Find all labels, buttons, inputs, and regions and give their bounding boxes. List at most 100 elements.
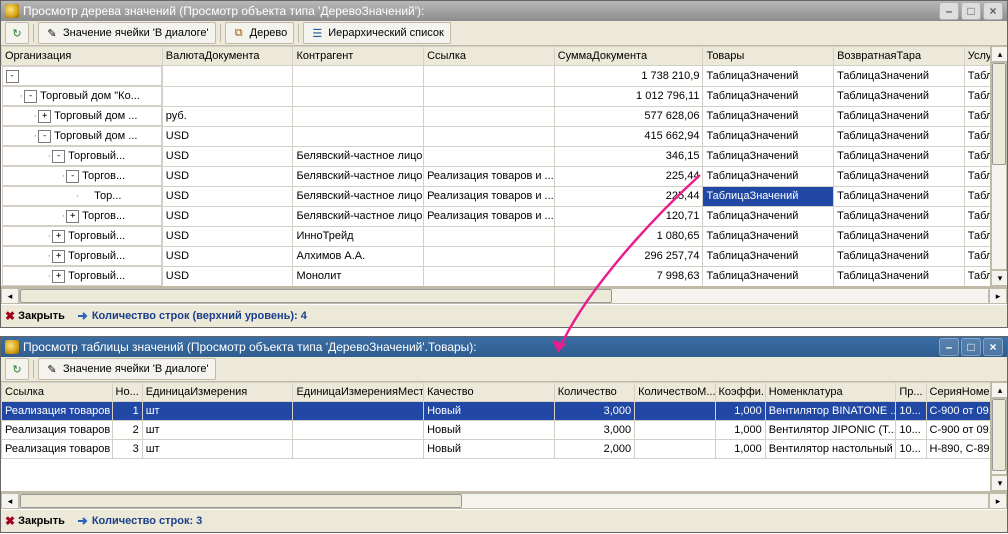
column-header[interactable]: Номенклатура <box>765 383 896 402</box>
column-header[interactable]: Организация <box>2 47 163 66</box>
row-count-info[interactable]: Количество строк: 3 <box>77 515 202 527</box>
table-row[interactable]: Реализация товаров и ...1штНовый3,0001,0… <box>2 402 1007 421</box>
table-row[interactable]: ·+Торговый дом ...руб.577 628,06ТаблицаЗ… <box>2 106 1007 126</box>
expand-toggle[interactable]: - <box>52 150 65 163</box>
goods-cell[interactable]: ТаблицаЗначений <box>703 206 834 226</box>
table-row[interactable]: ·-Торговый дом ...USD415 662,94ТаблицаЗн… <box>2 126 1007 146</box>
tree-grid[interactable]: ОрганизацияВалютаДокументаКонтрагентСсыл… <box>1 46 1007 287</box>
goods-cell[interactable]: ТаблицаЗначений <box>703 166 834 186</box>
minimize-button[interactable]: – <box>939 2 959 20</box>
goods-cell[interactable]: ТаблицаЗначений <box>703 186 834 206</box>
table-row[interactable]: -1 738 210,9ТаблицаЗначенийТаблицаЗначен… <box>2 66 1007 87</box>
tree-mode-button[interactable]: ⧉Дерево <box>225 22 295 44</box>
vscrollbar[interactable]: ▴▾ <box>990 382 1007 491</box>
currency-cell <box>162 66 293 87</box>
tree-table[interactable]: ОрганизацияВалютаДокументаКонтрагентСсыл… <box>1 46 1007 287</box>
column-header[interactable]: Ссылка <box>424 47 555 66</box>
column-header[interactable]: Ссылка <box>2 383 113 402</box>
table-row[interactable]: ·+Торгов...USDБелявский-частное лицоРеал… <box>2 206 1007 226</box>
table-row[interactable]: ·+Торговый...USDАлхимов А.А.296 257,74Та… <box>2 246 1007 266</box>
table-row[interactable]: ·Тор...USDБелявский-частное лицоРеализац… <box>2 186 1007 206</box>
column-header[interactable]: Качество <box>424 383 555 402</box>
table-row[interactable]: ·+Торговый...USDИнноТрейд1 080,65Таблица… <box>2 226 1007 246</box>
column-header[interactable]: ЕдиницаИзмеренияМест <box>293 383 424 402</box>
close-link[interactable]: ✖Закрыть <box>5 309 65 323</box>
table-row[interactable]: Реализация товаров и ...3штНовый2,0001,0… <box>2 440 1007 459</box>
sum-cell: 7 998,63 <box>554 266 703 286</box>
refresh-button[interactable]: ↻ <box>5 22 29 44</box>
table-row[interactable]: Реализация товаров и ...2штНовый3,0001,0… <box>2 421 1007 440</box>
currency-cell: USD <box>162 226 293 246</box>
goods-cell[interactable]: ТаблицаЗначений <box>703 66 834 87</box>
unit-cell: шт <box>142 421 293 440</box>
column-header[interactable]: Товары <box>703 47 834 66</box>
hscrollbar[interactable]: ◂▸ <box>1 492 1007 509</box>
expand-toggle[interactable]: - <box>38 130 51 143</box>
expand-toggle[interactable]: + <box>52 270 65 283</box>
table-grid[interactable]: СсылкаНо...ЕдиницаИзмеренияЕдиницаИзмере… <box>1 382 1007 492</box>
quality-cell: Новый <box>424 402 555 421</box>
goods-cell[interactable]: ТаблицаЗначений <box>703 126 834 146</box>
refresh-button[interactable]: ↻ <box>5 358 29 380</box>
column-header[interactable]: Пр... <box>896 383 926 402</box>
column-header[interactable]: КоличествоМ... <box>635 383 715 402</box>
goods-cell[interactable]: ТаблицаЗначений <box>703 86 834 106</box>
column-header[interactable]: ВозвратнаяТара <box>834 47 965 66</box>
expand-toggle[interactable]: - <box>24 90 37 103</box>
goods-cell[interactable]: ТаблицаЗначений <box>703 246 834 266</box>
minimize-button[interactable]: – <box>939 338 959 356</box>
expand-toggle[interactable]: - <box>6 70 19 83</box>
expand-toggle[interactable]: + <box>52 230 65 243</box>
column-header[interactable]: Контрагент <box>293 47 424 66</box>
expand-toggle[interactable]: + <box>66 210 79 223</box>
org-cell: Торговый... <box>68 270 125 282</box>
coef-cell: 1,000 <box>715 421 765 440</box>
value-table[interactable]: СсылкаНо...ЕдиницаИзмеренияЕдиницаИзмере… <box>1 382 1007 459</box>
expand-toggle[interactable]: + <box>38 110 51 123</box>
hscrollbar[interactable]: ◂▸ <box>1 287 1007 304</box>
column-header[interactable]: ВалютаДокумента <box>162 47 293 66</box>
expand-toggle[interactable]: + <box>52 250 65 263</box>
goods-cell[interactable]: ТаблицаЗначений <box>703 106 834 126</box>
contractor-cell: Белявский-частное лицо <box>293 146 424 166</box>
vscrollbar[interactable]: ▴▾ <box>990 46 1007 286</box>
contractor-cell: Алхимов А.А. <box>293 246 424 266</box>
currency-cell: USD <box>162 126 293 146</box>
table-row[interactable]: ·+Торговый...USDМонолит7 998,63ТаблицаЗн… <box>2 266 1007 286</box>
close-button[interactable]: × <box>983 2 1003 20</box>
return-cell: ТаблицаЗначений <box>834 206 965 226</box>
maximize-button[interactable]: □ <box>961 338 981 356</box>
column-header[interactable]: ЕдиницаИзмерения <box>142 383 293 402</box>
titlebar-1[interactable]: Просмотр дерева значений (Просмотр объек… <box>1 1 1007 21</box>
column-header[interactable]: Но... <box>112 383 142 402</box>
link-cell <box>424 286 555 287</box>
sum-cell: 415 662,94 <box>554 126 703 146</box>
table-row[interactable]: ·-Торговый дом "Ко...1 012 796,11Таблица… <box>2 86 1007 106</box>
link-cell <box>424 66 555 87</box>
cell-value-dialog-button[interactable]: ✎Значение ячейки 'В диалоге' <box>38 22 216 44</box>
column-header[interactable]: СуммаДокумента <box>554 47 703 66</box>
close-link[interactable]: ✖Закрыть <box>5 514 65 528</box>
pr-cell: 10... <box>896 402 926 421</box>
contractor-cell <box>293 126 424 146</box>
expand-toggle[interactable]: - <box>66 170 79 183</box>
column-header[interactable]: Количество <box>554 383 634 402</box>
hier-list-button[interactable]: ☰Иерархический список <box>303 22 451 44</box>
table-row[interactable]: ·+Торговый...USDДальстрой50 966,47Таблиц… <box>2 286 1007 287</box>
maximize-button[interactable]: □ <box>961 2 981 20</box>
qty-cell: 3,000 <box>554 402 634 421</box>
goods-cell[interactable]: ТаблицаЗначений <box>703 226 834 246</box>
row-count-info[interactable]: Количество строк (верхний уровень): 4 <box>77 310 307 322</box>
qty-places-cell <box>635 421 715 440</box>
refresh-icon: ↻ <box>10 26 24 40</box>
cell-value-dialog-button[interactable]: ✎Значение ячейки 'В диалоге' <box>38 358 216 380</box>
hier-label: Иерархический список <box>328 27 444 39</box>
goods-cell[interactable]: ТаблицаЗначений <box>703 266 834 286</box>
table-row[interactable]: ·-Торговый...USDБелявский-частное лицо34… <box>2 146 1007 166</box>
column-header[interactable]: Коэффи... <box>715 383 765 402</box>
goods-cell[interactable]: ТаблицаЗначений <box>703 286 834 287</box>
close-button[interactable]: × <box>983 338 1003 356</box>
table-row[interactable]: ·-Торгов...USDБелявский-частное лицоРеал… <box>2 166 1007 186</box>
goods-cell[interactable]: ТаблицаЗначений <box>703 146 834 166</box>
titlebar-2[interactable]: Просмотр таблицы значений (Просмотр объе… <box>1 337 1007 357</box>
